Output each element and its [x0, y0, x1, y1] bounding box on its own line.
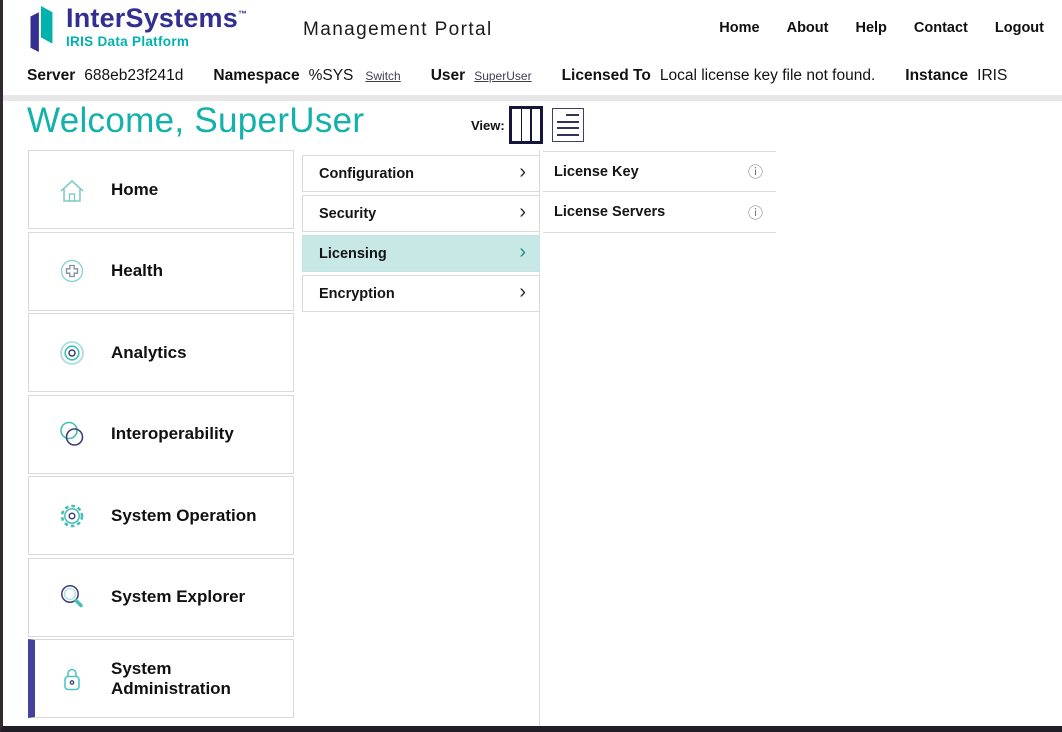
health-icon	[56, 255, 88, 287]
instance-value: IRIS	[977, 67, 1007, 85]
main-menu: Home Health Analytics Interoperability	[28, 150, 294, 721]
sidebar-item-system-administration[interactable]: System Administration	[28, 639, 294, 718]
top-header: InterSystems™ IRIS Data Platform Managem…	[3, 0, 1062, 57]
welcome-heading: Welcome, SuperUser	[27, 101, 364, 141]
sidebar-item-health[interactable]: Health	[28, 232, 294, 311]
sidebar-item-analytics[interactable]: Analytics	[28, 313, 294, 392]
info-icon[interactable]: ⓘ	[748, 202, 763, 223]
intersystems-logo[interactable]: InterSystems™ IRIS Data Platform	[25, 5, 247, 53]
sidebar-item-label: System Administration	[111, 659, 293, 699]
server-value: 688eb23f241d	[84, 67, 183, 85]
submenu-item-configuration[interactable]: Configuration ›	[302, 155, 540, 192]
sidebar-item-label: Analytics	[111, 343, 187, 363]
submenu-item-label: Licensing	[319, 246, 387, 262]
logo-text: InterSystems™ IRIS Data Platform	[66, 5, 247, 49]
submenu-item-licensing[interactable]: Licensing ›	[302, 235, 540, 272]
submenu-item-label: Security	[319, 206, 376, 222]
nav-link-contact[interactable]: Contact	[914, 20, 968, 36]
management-portal-window: InterSystems™ IRIS Data Platform Managem…	[0, 0, 1062, 732]
intersystems-logo-icon	[25, 5, 59, 53]
sidebar-item-system-explorer[interactable]: System Explorer	[28, 558, 294, 637]
sidebar-item-label: Home	[111, 180, 158, 200]
sidebar-item-label: System Operation	[111, 506, 257, 526]
brand-name: InterSystems	[66, 3, 238, 33]
server-info-bar: Server 688eb23f241d Namespace %SYS Switc…	[3, 57, 1062, 95]
namespace-value: %SYS	[309, 67, 354, 85]
sidebar-item-interoperability[interactable]: Interoperability	[28, 395, 294, 474]
submenu-item-security[interactable]: Security ›	[302, 195, 540, 232]
submenu-item-label: License Key	[554, 164, 639, 180]
brand-subtitle: IRIS Data Platform	[66, 34, 247, 49]
sidebar-item-system-operation[interactable]: System Operation	[28, 476, 294, 555]
system-administration-icon	[56, 663, 88, 695]
nav-link-help[interactable]: Help	[855, 20, 886, 36]
switch-namespace-link[interactable]: Switch	[365, 69, 400, 83]
columns-view-icon[interactable]	[509, 106, 543, 144]
submenu-item-label: License Servers	[554, 204, 665, 220]
namespace-label: Namespace	[213, 67, 299, 85]
view-switcher: View:	[471, 106, 584, 144]
sidebar-item-home[interactable]: Home	[28, 150, 294, 229]
sidebar-item-label: Health	[111, 261, 163, 281]
system-explorer-icon	[56, 581, 88, 613]
instance-label: Instance	[905, 67, 968, 85]
chevron-right-icon: ›	[519, 282, 526, 302]
info-icon[interactable]: ⓘ	[748, 161, 763, 182]
nav-link-home[interactable]: Home	[719, 20, 759, 36]
home-icon	[56, 174, 88, 206]
licensed-to-label: Licensed To	[562, 67, 651, 85]
analytics-icon	[56, 337, 88, 369]
system-operation-icon	[56, 500, 88, 532]
brand-trademark: ™	[238, 9, 247, 19]
submenu-item-encryption[interactable]: Encryption ›	[302, 275, 540, 312]
chevron-right-icon: ›	[519, 202, 526, 222]
submenu-item-license-key[interactable]: License Key ⓘ	[543, 151, 776, 192]
sidebar-item-label: Interoperability	[111, 424, 234, 444]
submenu-item-label: Encryption	[319, 286, 395, 302]
interoperability-icon	[56, 418, 88, 450]
nav-link-about[interactable]: About	[787, 20, 829, 36]
user-label: User	[431, 67, 465, 85]
submenu-item-label: Configuration	[319, 166, 414, 182]
page-title: Management Portal	[303, 19, 493, 41]
user-profile-link[interactable]: SuperUser	[474, 69, 531, 83]
chevron-right-icon: ›	[519, 242, 526, 262]
administration-submenu: Configuration › Security › Licensing › E…	[302, 155, 540, 315]
header-nav: Home About Help Contact Logout	[719, 20, 1044, 36]
submenu-item-license-servers[interactable]: License Servers ⓘ	[543, 192, 776, 233]
chevron-right-icon: ›	[519, 162, 526, 182]
server-label: Server	[27, 67, 75, 85]
view-label: View:	[471, 118, 505, 133]
sidebar-item-label: System Explorer	[111, 587, 245, 607]
nav-link-logout[interactable]: Logout	[995, 20, 1044, 36]
licensed-to-value: Local license key file not found.	[660, 67, 875, 85]
list-view-icon[interactable]	[552, 108, 584, 142]
licensing-submenu: License Key ⓘ License Servers ⓘ	[543, 151, 776, 233]
